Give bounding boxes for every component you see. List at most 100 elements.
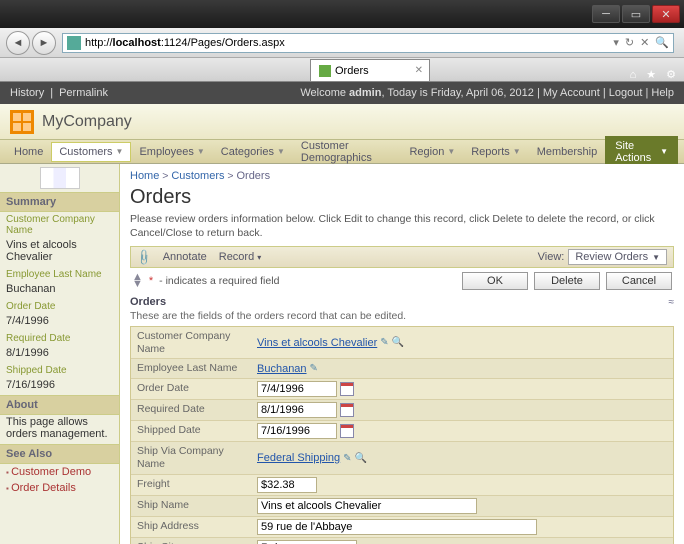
tab-orders[interactable]: Orders ✕: [310, 59, 430, 81]
maximize-button[interactable]: ▭: [622, 5, 650, 23]
menu-demographics[interactable]: Customer Demographics: [293, 136, 402, 168]
app-topbar: History | Permalink Welcome admin, Today…: [0, 82, 684, 104]
site-actions-button[interactable]: Site Actions▼: [605, 136, 678, 168]
delete-button[interactable]: Delete: [534, 272, 600, 290]
company-name: MyCompany: [42, 113, 132, 131]
freight-input[interactable]: [257, 477, 317, 493]
refresh-icon[interactable]: ↻: [625, 36, 634, 49]
section-description: These are the fields of the orders recor…: [130, 310, 674, 322]
search-icon[interactable]: 🔍: [655, 36, 669, 49]
my-account-link[interactable]: My Account: [543, 87, 600, 99]
lookup-icon[interactable]: 🔍: [392, 337, 404, 348]
browser-navbar: ◄ ► http://localhost:1124/Pages/Orders.a…: [0, 28, 684, 58]
sa-label: Ship Address: [131, 517, 253, 537]
od-label: Order Date: [131, 379, 253, 399]
cancel-button[interactable]: Cancel: [606, 272, 672, 290]
sb-rd-label: Required Date: [0, 331, 119, 346]
sidebar-link-customer-demo[interactable]: Customer Demo: [0, 464, 119, 480]
menu-employees[interactable]: Employees▼: [131, 142, 212, 162]
eln-label: Employee Last Name: [131, 359, 253, 378]
order-date-input[interactable]: [257, 381, 337, 397]
url-text: http://localhost:1124/Pages/Orders.aspx: [85, 37, 285, 49]
view-selector[interactable]: Review Orders▼: [568, 249, 667, 265]
address-bar[interactable]: http://localhost:1124/Pages/Orders.aspx …: [62, 33, 674, 53]
ccn-link[interactable]: Vins et alcools Chevalier: [257, 337, 377, 349]
ok-button[interactable]: OK: [462, 272, 528, 290]
tab-close-icon[interactable]: ✕: [415, 65, 423, 76]
record-menu[interactable]: Record ▾: [219, 251, 262, 263]
favorites-icon[interactable]: ★: [646, 68, 656, 81]
ship-address-input[interactable]: [257, 519, 537, 535]
sidebar-link-order-details[interactable]: Order Details: [0, 480, 119, 496]
chevron-down-icon: ▼: [116, 147, 124, 156]
stop-icon[interactable]: ✕: [640, 36, 649, 49]
order-form: Customer Company Name Vins et alcools Che…: [130, 326, 674, 544]
sb-eln-value: Buchanan: [0, 282, 119, 299]
fr-label: Freight: [131, 475, 253, 495]
sd-label: Shipped Date: [131, 421, 253, 441]
sb-od-label: Order Date: [0, 299, 119, 314]
close-button[interactable]: ✕: [652, 5, 680, 23]
sidebar-about-text: This page allows orders management.: [0, 415, 119, 444]
favicon: [67, 36, 81, 50]
sc-label: Ship City: [131, 538, 253, 544]
menu-membership[interactable]: Membership: [529, 142, 606, 162]
annotate-button[interactable]: Annotate: [163, 251, 207, 263]
sidebar-image: [0, 164, 119, 192]
attachment-icon[interactable]: 📎: [134, 248, 153, 267]
sidebar-about-header: About: [0, 395, 119, 415]
logout-link[interactable]: Logout: [609, 87, 643, 99]
forward-button[interactable]: ►: [32, 31, 56, 55]
record-toolbar: 📎 Annotate Record ▾ View: Review Orders▼: [130, 246, 674, 268]
calendar-icon[interactable]: [340, 403, 354, 417]
edit-icon[interactable]: ✎: [343, 453, 351, 464]
welcome-text: Welcome: [300, 87, 349, 99]
sv-label: Ship Via Company Name: [131, 442, 253, 473]
tab-row: Orders ✕ ⌂ ★ ⚙: [0, 58, 684, 82]
calendar-icon[interactable]: [340, 424, 354, 438]
ship-city-input[interactable]: [257, 540, 357, 544]
bc-home[interactable]: Home: [130, 170, 159, 182]
main-content: Home > Customers > Orders Orders Please …: [120, 164, 684, 544]
calendar-icon[interactable]: [340, 382, 354, 396]
sb-od-value: 7/4/1996: [0, 314, 119, 331]
menu-customers[interactable]: Customers▼: [51, 142, 131, 162]
sb-rd-value: 8/1/1996: [0, 346, 119, 363]
shipped-date-input[interactable]: [257, 423, 337, 439]
edit-icon[interactable]: ✎: [310, 363, 318, 374]
edit-icon[interactable]: ✎: [380, 337, 388, 348]
shipvia-link[interactable]: Federal Shipping: [257, 452, 340, 464]
history-link[interactable]: History: [10, 87, 44, 99]
permalink-link[interactable]: Permalink: [59, 87, 108, 99]
sb-eln-label: Employee Last Name: [0, 267, 119, 282]
logo-icon: [10, 110, 34, 134]
rd-label: Required Date: [131, 400, 253, 420]
dropdown-icon[interactable]: ▾: [613, 36, 619, 49]
menu-region[interactable]: Region▼: [401, 142, 463, 162]
ccn-label: Customer Company Name: [131, 327, 253, 358]
section-header: Orders: [130, 294, 166, 310]
required-text: - indicates a required field: [159, 275, 279, 287]
back-button[interactable]: ◄: [6, 31, 30, 55]
home-icon[interactable]: ⌂: [630, 69, 637, 81]
required-date-input[interactable]: [257, 402, 337, 418]
menu-home[interactable]: Home: [6, 142, 51, 162]
menu-reports[interactable]: Reports▼: [463, 142, 528, 162]
bc-customers[interactable]: Customers: [171, 170, 224, 182]
main-menu: Home Customers▼ Employees▼ Categories▼ C…: [0, 140, 684, 164]
sn-label: Ship Name: [131, 496, 253, 516]
sidebar-seealso-header: See Also: [0, 444, 119, 464]
window-titlebar: ─ ▭ ✕: [0, 0, 684, 28]
sb-ccn-value: Vins et alcools Chevalier: [0, 238, 119, 267]
help-link[interactable]: Help: [651, 87, 674, 99]
ship-name-input[interactable]: [257, 498, 477, 514]
menu-categories[interactable]: Categories▼: [213, 142, 293, 162]
tools-icon[interactable]: ⚙: [666, 68, 676, 81]
page-title: Orders: [130, 186, 674, 209]
eln-link[interactable]: Buchanan: [257, 363, 307, 375]
sidebar: Summary Customer Company Name Vins et al…: [0, 164, 120, 544]
collapse-icon[interactable]: ≈: [669, 297, 675, 308]
nav-arrows-icon[interactable]: ▲▼: [132, 274, 143, 288]
lookup-icon[interactable]: 🔍: [355, 453, 367, 464]
minimize-button[interactable]: ─: [592, 5, 620, 23]
